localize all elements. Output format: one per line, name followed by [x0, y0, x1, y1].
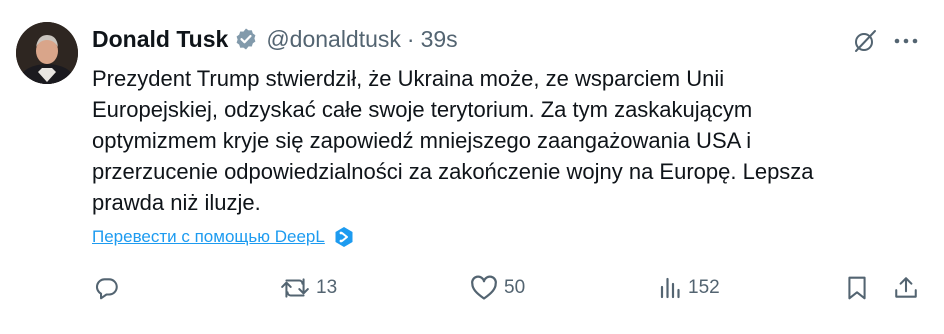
grok-button[interactable]	[850, 26, 880, 56]
views-icon	[660, 277, 680, 299]
heart-icon	[471, 275, 497, 300]
avatar[interactable]	[16, 22, 78, 84]
views-button[interactable]: 152	[658, 273, 720, 303]
retweet-button[interactable]: 13	[280, 273, 337, 303]
deepl-icon[interactable]	[333, 226, 355, 248]
author-handle[interactable]: @donaldtusk	[266, 26, 401, 53]
reply-button[interactable]	[94, 273, 120, 303]
translate-link[interactable]: Перевести с помощью DeepL	[92, 227, 325, 247]
retweet-icon	[281, 278, 309, 298]
bookmark-icon	[848, 276, 866, 300]
post-time[interactable]: 39s	[421, 26, 458, 53]
post-header: Donald Tusk @donaldtusk · 39s	[92, 24, 458, 54]
more-icon	[894, 38, 918, 44]
tweet: Donald Tusk @donaldtusk · 39s Prezydent …	[0, 0, 944, 334]
post-text: Prezydent Trump stwierdził, że Ukraina m…	[92, 66, 814, 215]
reply-icon	[95, 278, 118, 300]
verified-badge-icon[interactable]	[234, 27, 258, 51]
views-count: 152	[688, 277, 720, 298]
share-button[interactable]	[893, 273, 919, 303]
grok-icon	[855, 30, 876, 52]
translate-row: Перевести с помощью DeepL	[92, 225, 355, 249]
separator-dot: ·	[406, 25, 415, 52]
retweet-count: 13	[316, 277, 338, 298]
bookmark-button[interactable]	[845, 273, 869, 303]
like-count: 50	[504, 277, 526, 298]
avatar-image	[16, 22, 78, 84]
share-icon	[895, 277, 917, 298]
more-button[interactable]	[890, 26, 922, 56]
like-button[interactable]: 50	[470, 273, 525, 303]
author-name[interactable]: Donald Tusk	[92, 26, 228, 53]
